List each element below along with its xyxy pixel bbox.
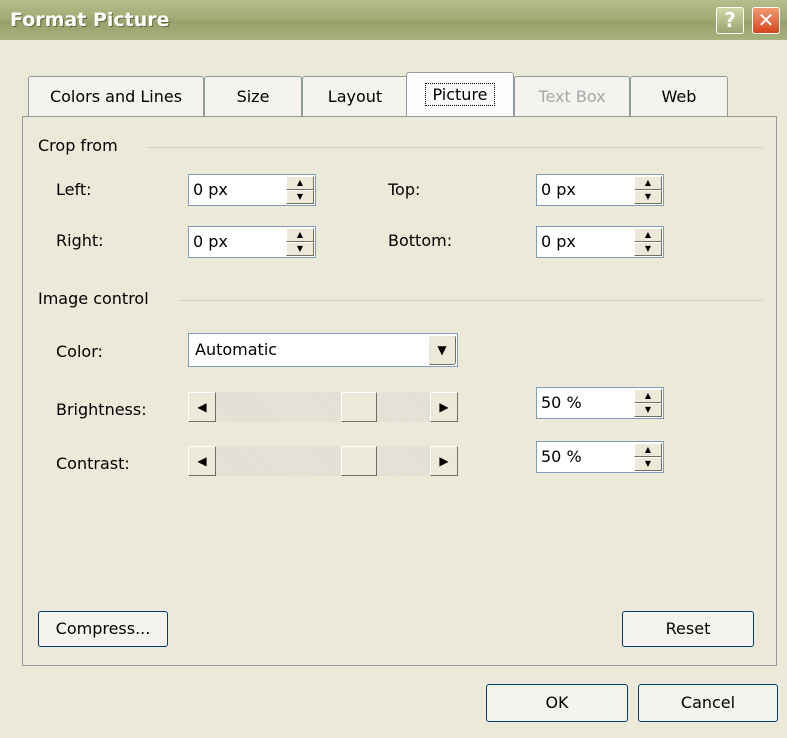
crop-right-label: Right:	[56, 231, 104, 250]
tab-picture[interactable]: Picture	[406, 72, 514, 116]
crop-right-stepper[interactable]: 0 px ▲ ▼	[188, 226, 316, 258]
brightness-slider-thumb[interactable]	[341, 392, 377, 422]
crop-bottom-stepper[interactable]: 0 px ▲ ▼	[536, 226, 664, 258]
spin-up-icon[interactable]: ▲	[634, 228, 662, 242]
spin-down-icon[interactable]: ▼	[286, 242, 314, 256]
scroll-left-icon[interactable]: ◀	[188, 446, 216, 476]
tab-layout[interactable]: Layout	[302, 76, 408, 116]
contrast-stepper[interactable]: 50 % ▲ ▼	[536, 441, 664, 473]
title-bar[interactable]: Format Picture ? ✕	[0, 0, 787, 40]
brightness-stepper[interactable]: 50 % ▲ ▼	[536, 387, 664, 419]
crop-top-label: Top:	[388, 180, 421, 199]
color-select[interactable]: Automatic ▼	[188, 333, 458, 367]
help-icon[interactable]: ?	[716, 7, 744, 34]
crop-top-stepper[interactable]: 0 px ▲ ▼	[536, 174, 664, 206]
tab-web[interactable]: Web	[630, 76, 728, 116]
spin-down-icon[interactable]: ▼	[634, 190, 662, 204]
crop-right-value: 0 px	[193, 232, 228, 251]
contrast-value: 50 %	[541, 447, 582, 466]
tab-size[interactable]: Size	[204, 76, 302, 116]
image-control-group-title: Image control	[38, 289, 155, 308]
spin-up-icon[interactable]: ▲	[634, 389, 662, 403]
crop-bottom-value: 0 px	[541, 232, 576, 251]
brightness-slider[interactable]: ◀ ▶	[188, 392, 458, 422]
window-title: Format Picture	[10, 9, 170, 31]
crop-left-label: Left:	[56, 180, 92, 199]
contrast-slider-thumb[interactable]	[341, 446, 377, 476]
tab-text-box[interactable]: Text Box	[514, 76, 630, 116]
spin-down-icon[interactable]: ▼	[286, 190, 314, 204]
close-icon[interactable]: ✕	[752, 7, 780, 34]
crop-bottom-label: Bottom:	[388, 231, 453, 250]
spin-down-icon[interactable]: ▼	[634, 403, 662, 417]
cancel-button[interactable]: Cancel	[638, 684, 778, 722]
spin-up-icon[interactable]: ▲	[286, 228, 314, 242]
crop-top-value: 0 px	[541, 180, 576, 199]
spin-down-icon[interactable]: ▼	[634, 457, 662, 471]
spin-up-icon[interactable]: ▲	[634, 176, 662, 190]
tab-colors-and-lines[interactable]: Colors and Lines	[28, 76, 204, 116]
reset-button[interactable]: Reset	[622, 611, 754, 647]
brightness-label: Brightness:	[56, 400, 147, 419]
scroll-right-icon[interactable]: ▶	[430, 392, 458, 422]
contrast-slider[interactable]: ◀ ▶	[188, 446, 458, 476]
crop-left-value: 0 px	[193, 180, 228, 199]
divider	[178, 300, 763, 301]
dropdown-arrow-icon[interactable]: ▼	[428, 335, 456, 365]
color-label: Color:	[56, 342, 103, 361]
divider	[146, 147, 763, 148]
crop-group-title: Crop from	[38, 136, 124, 155]
spin-up-icon[interactable]: ▲	[634, 443, 662, 457]
scroll-left-icon[interactable]: ◀	[188, 392, 216, 422]
spin-down-icon[interactable]: ▼	[634, 242, 662, 256]
compress-button[interactable]: Compress...	[38, 611, 168, 647]
scroll-right-icon[interactable]: ▶	[430, 446, 458, 476]
spin-up-icon[interactable]: ▲	[286, 176, 314, 190]
crop-left-stepper[interactable]: 0 px ▲ ▼	[188, 174, 316, 206]
brightness-value: 50 %	[541, 393, 582, 412]
color-select-value: Automatic	[195, 340, 278, 359]
contrast-label: Contrast:	[56, 454, 130, 473]
format-picture-dialog: Format Picture ? ✕ Colors and Lines Size…	[0, 0, 787, 738]
ok-button[interactable]: OK	[486, 684, 628, 722]
